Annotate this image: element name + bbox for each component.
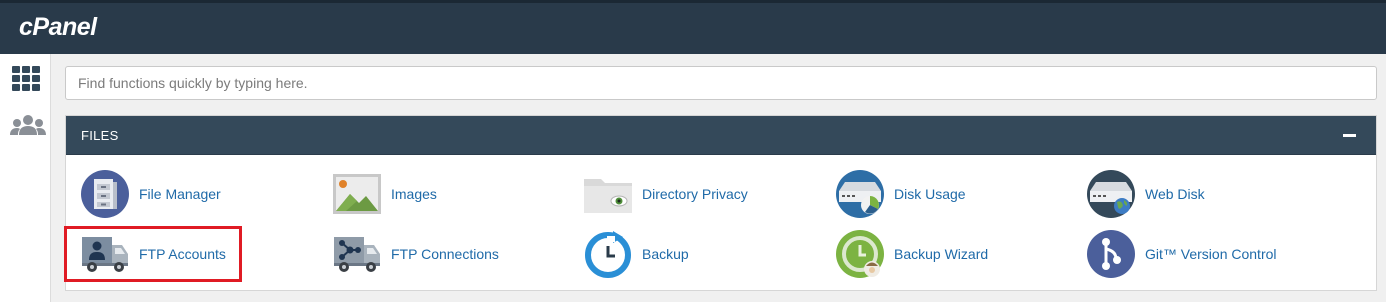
images-icon: [333, 174, 381, 214]
ftp-connections-item[interactable]: FTP Connections: [332, 229, 499, 279]
directory-privacy-label: Directory Privacy: [642, 186, 748, 202]
backup-wizard-item[interactable]: Backup Wizard: [835, 229, 988, 279]
file-manager-item[interactable]: File Manager: [80, 169, 221, 219]
minus-icon[interactable]: [1343, 128, 1357, 142]
backup-item[interactable]: Backup: [583, 229, 689, 279]
search-input[interactable]: [65, 66, 1377, 100]
file-manager-icon: [81, 170, 129, 218]
directory-privacy-item[interactable]: Directory Privacy: [583, 169, 748, 219]
directory-privacy-icon: [584, 179, 632, 213]
ftp-connections-label: FTP Connections: [391, 246, 499, 262]
ftp-accounts-item[interactable]: FTP Accounts: [80, 229, 226, 279]
sidebar: [0, 54, 51, 302]
backup-icon: [585, 231, 631, 278]
file-manager-label: File Manager: [139, 186, 221, 202]
top-bar: cPanel: [0, 0, 1386, 54]
ftp-connections-icon: [334, 237, 380, 272]
ftp-accounts-icon: [82, 237, 128, 272]
backup-label: Backup: [642, 246, 689, 262]
images-item[interactable]: Images: [332, 169, 437, 219]
git-icon: [1087, 230, 1135, 278]
disk-usage-icon: [836, 170, 884, 218]
cpanel-logo[interactable]: cPanel: [19, 13, 97, 42]
images-label: Images: [391, 186, 437, 202]
grid-icon[interactable]: [11, 66, 41, 92]
files-panel: FILES File Manager Images Directory Priv…: [65, 115, 1377, 291]
git-version-control-item[interactable]: Git™ Version Control: [1086, 229, 1277, 279]
files-panel-title: FILES: [81, 128, 119, 143]
main-content: FILES File Manager: [51, 54, 1386, 302]
web-disk-label: Web Disk: [1145, 186, 1205, 202]
web-disk-icon: [1087, 170, 1135, 218]
backup-wizard-icon: [836, 230, 884, 278]
backup-wizard-label: Backup Wizard: [894, 246, 989, 262]
users-icon[interactable]: [10, 114, 46, 138]
disk-usage-label: Disk Usage: [894, 186, 966, 202]
ftp-accounts-label: FTP Accounts: [139, 246, 226, 262]
web-disk-item[interactable]: Web Disk: [1086, 169, 1205, 219]
disk-usage-item[interactable]: Disk Usage: [835, 169, 966, 219]
git-version-control-label: Git™ Version Control: [1145, 246, 1277, 262]
files-panel-header[interactable]: FILES: [66, 116, 1376, 155]
